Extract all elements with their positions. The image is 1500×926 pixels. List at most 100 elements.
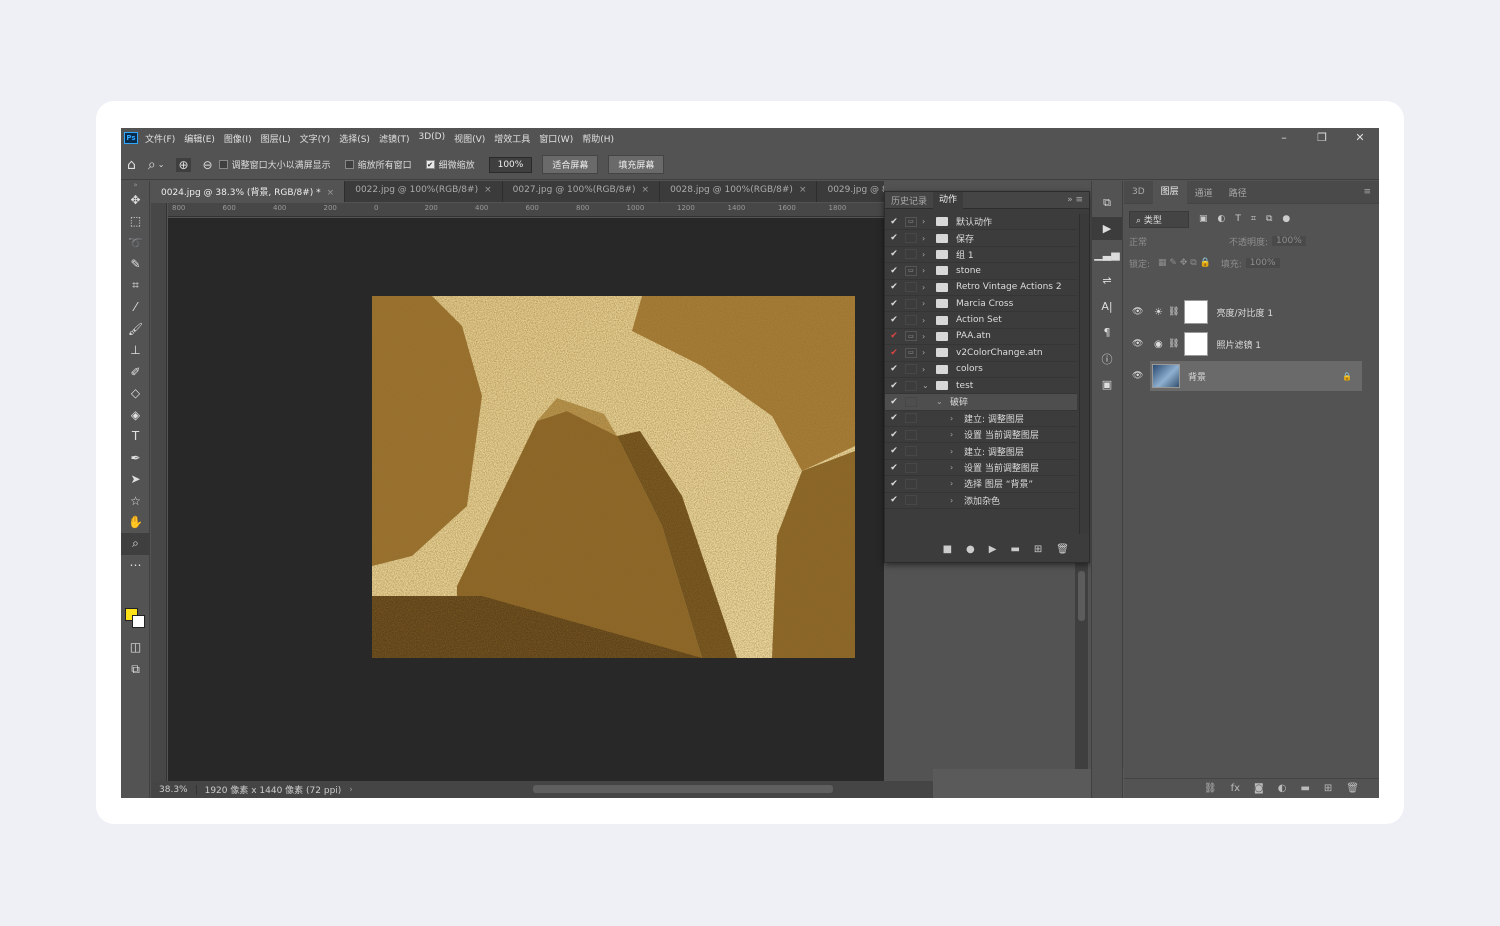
panel-menu-icon[interactable]: ≡ <box>1355 187 1379 197</box>
action-row[interactable]: ✔ ▭ › PAA.atn <box>885 329 1077 346</box>
check-icon[interactable]: ✔ <box>887 249 901 259</box>
action-row[interactable]: ✔ › 添加杂色 <box>885 493 1077 510</box>
action-row[interactable]: ✔ ▭ › v2ColorChange.atn <box>885 345 1077 362</box>
action-row[interactable]: ✔ › 设置 当前调整图层 <box>885 427 1077 444</box>
history-brush-tool-icon[interactable]: ✐ <box>121 361 150 383</box>
hand-tool-icon[interactable]: ✋ <box>121 512 150 534</box>
record-icon[interactable]: ● <box>966 544 975 555</box>
check-icon[interactable]: ✔ <box>887 381 901 391</box>
zoom-tool-active-icon[interactable]: ⌕ <box>121 533 150 555</box>
delete-icon[interactable]: 🗑 <box>1056 544 1069 555</box>
delete-layer-icon[interactable]: 🗑 <box>1346 783 1359 794</box>
path-select-tool-icon[interactable]: ➤ <box>121 469 150 491</box>
expand-chevron-icon[interactable]: › <box>950 447 960 456</box>
layer-row[interactable]: 👁 ☀ ⛓ 亮度/对比度 1 <box>1132 297 1362 327</box>
dialog-toggle-icon[interactable] <box>905 446 917 457</box>
dialog-toggle-icon[interactable] <box>905 413 917 424</box>
expand-chevron-icon[interactable]: › <box>922 365 932 374</box>
dialog-toggle-icon[interactable] <box>905 315 917 326</box>
filter-toggle-icon[interactable]: ● <box>1282 214 1290 224</box>
expand-chevron-icon[interactable]: ⌄ <box>936 397 946 406</box>
history-icon[interactable]: ⧉ <box>1092 191 1122 214</box>
dialog-toggle-icon[interactable] <box>905 233 917 244</box>
dialog-toggle-icon[interactable] <box>905 380 917 391</box>
opacity-field[interactable]: 100% <box>1272 236 1306 246</box>
action-row[interactable]: ✔ › 选择 图层 “背景” <box>885 476 1077 493</box>
menu-item[interactable]: 滤镜(T) <box>379 132 410 145</box>
brush-tool-icon[interactable]: 🖌 <box>121 318 150 340</box>
action-row[interactable]: ✔ › Action Set <box>885 312 1077 329</box>
check-icon[interactable]: ✔ <box>887 479 901 489</box>
menu-item[interactable]: 3D(D) <box>418 132 445 145</box>
dialog-toggle-icon[interactable] <box>905 364 917 375</box>
fill-field[interactable]: 100% <box>1245 258 1280 268</box>
filter-shape-icon[interactable]: ⌗ <box>1251 214 1256 224</box>
action-row[interactable]: ✔ › 设置 当前调整图层 <box>885 460 1077 477</box>
document-tab[interactable]: 0027.jpg @ 100%(RGB/8#) × <box>503 181 661 202</box>
dialog-toggle-icon[interactable]: ▭ <box>905 347 917 358</box>
action-row[interactable]: ✔ ⌄ 破碎 <box>885 394 1077 411</box>
dialog-toggle-icon[interactable] <box>905 282 917 293</box>
action-row[interactable]: ✔ › 组 1 <box>885 247 1077 264</box>
expand-chevron-icon[interactable]: › <box>950 479 960 488</box>
expand-chevron-icon[interactable]: › <box>922 234 932 243</box>
expand-chevron-icon[interactable]: ⌄ <box>922 381 932 390</box>
add-mask-icon[interactable]: ◙ <box>1254 783 1264 794</box>
lock-pixels-icon[interactable]: ▦ ✎ ✥ ⧉ 🔒 <box>1158 258 1211 268</box>
action-row[interactable]: ✔ › colors <box>885 362 1077 378</box>
filter-adjustment-icon[interactable]: ◐ <box>1218 214 1226 224</box>
play-icon[interactable]: ▶ <box>989 544 997 555</box>
new-layer-icon[interactable]: ⊞ <box>1324 783 1332 794</box>
layers-panel-tab[interactable]: 通道 <box>1187 186 1221 199</box>
screen-mode-icon[interactable]: ⧉ <box>121 659 150 681</box>
histogram-icon[interactable]: ▁▃▅ <box>1092 243 1122 266</box>
expand-chevron-icon[interactable]: › <box>922 348 932 357</box>
shape-tool-icon[interactable]: ☆ <box>121 490 150 512</box>
adjustments-icon[interactable]: ⇌ <box>1092 269 1122 292</box>
expand-chevron-icon[interactable]: › <box>922 266 932 275</box>
check-icon[interactable]: ✔ <box>887 299 901 309</box>
canvas-horizontal-scrollbar[interactable] <box>533 785 833 793</box>
new-group-icon[interactable]: ▬ <box>1300 783 1309 794</box>
visibility-eye-icon[interactable]: 👁 <box>1132 339 1143 349</box>
dialog-toggle-icon[interactable]: ▭ <box>905 216 917 227</box>
chevron-down-icon[interactable]: ⌄ <box>158 160 165 169</box>
zoom-in-icon[interactable]: ⊕ <box>176 157 191 172</box>
link-layers-icon[interactable]: ⛓ <box>1204 783 1217 794</box>
fx-icon[interactable]: fx <box>1231 783 1240 794</box>
menu-item[interactable]: 编辑(E) <box>184 132 215 145</box>
menu-item[interactable]: 帮助(H) <box>582 132 614 145</box>
type-tool-icon[interactable]: T <box>121 426 150 448</box>
lasso-tool-icon[interactable]: ➰ <box>121 232 150 254</box>
more-tools-icon[interactable]: ⋯ <box>121 555 150 577</box>
zoom-value-field[interactable]: 100% <box>488 156 533 173</box>
expand-chevron-icon[interactable]: › <box>922 332 932 341</box>
document-tab[interactable]: 0022.jpg @ 100%(RGB/8#) × <box>345 181 503 202</box>
menu-item[interactable]: 选择(S) <box>339 132 370 145</box>
new-set-icon[interactable]: ▬ <box>1010 544 1019 555</box>
expand-chevron-icon[interactable]: › <box>950 463 960 472</box>
layer-row[interactable]: 👁 ◉ ⛓ 照片滤镜 1 <box>1132 329 1362 359</box>
check-icon[interactable]: ✔ <box>887 495 901 505</box>
tab-history[interactable]: 历史记录 <box>885 194 933 207</box>
check-icon[interactable]: ✔ <box>887 331 901 341</box>
check-icon[interactable]: ✔ <box>887 430 901 440</box>
canvas-area[interactable] <box>168 218 884 781</box>
dialog-toggle-icon[interactable] <box>905 462 917 473</box>
check-icon[interactable]: ✔ <box>887 315 901 325</box>
action-row[interactable]: ✔ › 建立: 调整图层 <box>885 411 1077 428</box>
document-tab[interactable]: 0029.jpg @ 83.5%(RGB/8× <box>817 181 884 202</box>
document-tab[interactable]: 0028.jpg @ 100%(RGB/8#) × <box>660 181 818 202</box>
stamp-tool-icon[interactable]: ⊥ <box>121 340 150 362</box>
resize-windows-checkbox[interactable]: 调整窗口大小以满屏显示 <box>218 158 331 171</box>
action-row[interactable]: ✔ ▭ › stone <box>885 263 1077 280</box>
menu-item[interactable]: 图层(L) <box>261 132 291 145</box>
pen-tool-icon[interactable]: ✒ <box>121 447 150 469</box>
panel-menu-icon[interactable]: » ≡ <box>1061 195 1089 205</box>
restore-button[interactable]: ❐ <box>1303 128 1341 148</box>
expand-chevron-icon[interactable]: › <box>922 299 932 308</box>
expand-chevron-icon[interactable]: › <box>950 430 960 439</box>
info-chevron-icon[interactable]: › <box>349 785 353 795</box>
layers-panel-tab[interactable]: 路径 <box>1221 186 1255 199</box>
expand-chevron-icon[interactable]: › <box>922 283 932 292</box>
